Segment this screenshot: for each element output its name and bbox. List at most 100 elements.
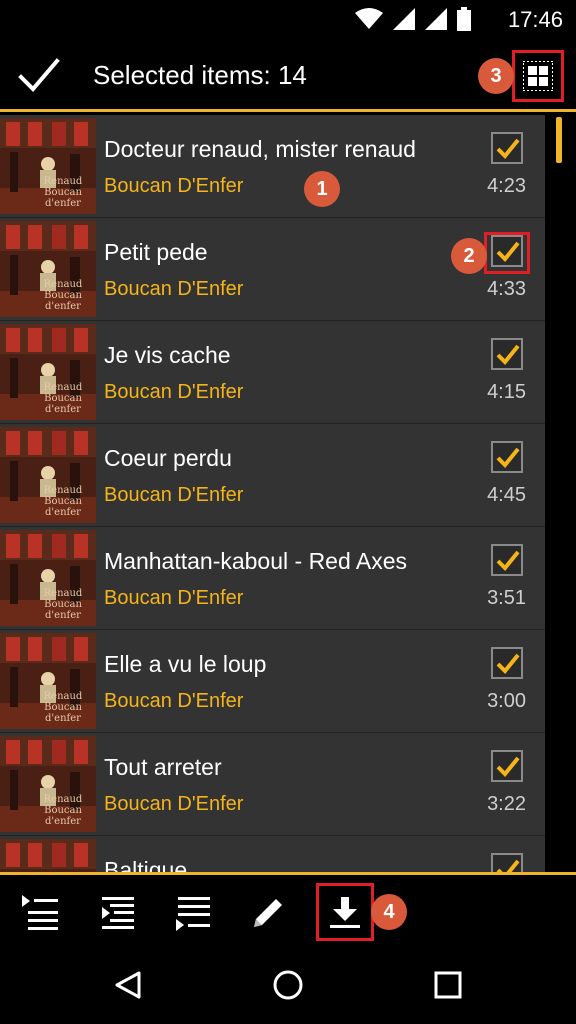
- annotation-badge-3: 3: [478, 58, 514, 94]
- album-art: RenaudBoucan d'enfer: [0, 839, 96, 872]
- track-checkbox[interactable]: [491, 853, 523, 872]
- edit-button[interactable]: [240, 887, 296, 939]
- recents-icon: [434, 971, 462, 999]
- album-art: RenaudBoucan d'enfer: [0, 427, 96, 523]
- album-art-artist: Renaud: [43, 794, 83, 805]
- check-icon: [496, 653, 520, 674]
- track-title: Petit pede: [104, 239, 208, 265]
- download-button[interactable]: [316, 883, 374, 941]
- track-checkbox[interactable]: [491, 235, 523, 267]
- track-artist: Boucan D'Enfer: [104, 690, 244, 712]
- recents-button[interactable]: [424, 963, 472, 1007]
- back-button[interactable]: [104, 963, 152, 1007]
- scrollbar-track[interactable]: [545, 115, 576, 872]
- add-to-queue-icon: [102, 897, 134, 929]
- track-checkbox[interactable]: [491, 338, 523, 370]
- play-next-icon: [22, 895, 58, 930]
- album-art-album: Boucan d'enfer: [44, 496, 82, 518]
- album-art-album: Boucan d'enfer: [44, 393, 82, 415]
- track-title: Baltique: [104, 857, 188, 872]
- bottom-toolbar: [0, 872, 576, 947]
- album-art-artist: Renaud: [43, 485, 83, 496]
- wifi-icon: [355, 8, 383, 29]
- album-art: RenaudBoucan d'enfer: [0, 736, 96, 832]
- album-art: RenaudBoucan d'enfer: [0, 633, 96, 729]
- selection-title: Selected items: 14: [93, 60, 307, 90]
- track-duration: 4:45: [487, 484, 526, 506]
- album-art-text: Renaud Boucan d'enfer: [30, 588, 96, 621]
- check-icon: [496, 447, 520, 468]
- track-row[interactable]: Renaud Boucan d'enfer Elle a vu le loup B…: [0, 630, 545, 733]
- album-art-text: Renaud Boucan d'enfer: [30, 485, 96, 518]
- track-duration: 4:15: [487, 381, 526, 403]
- play-next-button[interactable]: [12, 887, 68, 939]
- track-duration: 4:23: [487, 175, 526, 197]
- album-art-text: Renaud Boucan d'enfer: [30, 382, 96, 415]
- album-art-text: Renaud Boucan d'enfer: [30, 794, 96, 827]
- track-title: Coeur perdu: [104, 445, 232, 471]
- album-art-text: Renaud Boucan d'enfer: [30, 279, 96, 312]
- annotation-badge-1: 1: [304, 171, 340, 207]
- track-row[interactable]: Renaud Boucan d'enfer Tout arreter Boucan…: [0, 733, 545, 836]
- album-art-artist: Renaud: [43, 382, 83, 393]
- track-duration: 3:51: [487, 587, 526, 609]
- home-icon: [273, 970, 303, 1000]
- check-icon: [496, 756, 520, 777]
- track-checkbox[interactable]: [491, 750, 523, 782]
- grid-view-button[interactable]: [512, 50, 564, 102]
- album-art-artist: Renaud: [43, 588, 83, 599]
- annotation-badge-4: 4: [371, 894, 407, 930]
- track-title: Tout arreter: [104, 754, 222, 780]
- add-to-playlist-button[interactable]: [164, 887, 220, 939]
- grid-view-icon: [523, 61, 553, 91]
- back-icon: [115, 971, 141, 999]
- track-row[interactable]: Renaud Boucan d'enfer Coeur perdu Boucan …: [0, 424, 545, 527]
- album-art-album: Boucan d'enfer: [44, 805, 82, 827]
- check-icon: [496, 344, 520, 365]
- scrollbar-thumb[interactable]: [556, 117, 562, 163]
- track-checkbox[interactable]: [491, 132, 523, 164]
- track-artist: Boucan D'Enfer: [104, 381, 244, 403]
- album-art-artist: Renaud: [43, 279, 83, 290]
- album-art: RenaudBoucan d'enfer: [0, 530, 96, 626]
- track-duration: 4:33: [487, 278, 526, 300]
- album-art-artist: Renaud: [43, 176, 83, 187]
- track-title: Je vis cache: [104, 342, 231, 368]
- track-duration: 3:00: [487, 690, 526, 712]
- track-row[interactable]: Renaud Boucan d'enfer Docteur renaud, mis…: [0, 115, 545, 218]
- status-time: 17:46: [507, 7, 563, 32]
- album-art-text: Renaud Boucan d'enfer: [30, 691, 96, 724]
- status-icons: [355, 6, 471, 32]
- home-button[interactable]: [264, 963, 312, 1007]
- check-icon[interactable]: [18, 56, 60, 96]
- cell-signal-icon: [393, 8, 415, 30]
- album-art-album: Boucan d'enfer: [44, 290, 82, 312]
- track-title: Elle a vu le loup: [104, 651, 267, 677]
- add-to-queue-button[interactable]: [88, 887, 144, 939]
- track-title: Docteur renaud, mister renaud: [104, 136, 416, 162]
- check-icon: [496, 138, 520, 159]
- track-checkbox[interactable]: [491, 647, 523, 679]
- track-checkbox[interactable]: [491, 441, 523, 473]
- battery-icon: [457, 7, 471, 31]
- album-art-album: Boucan d'enfer: [44, 599, 82, 621]
- download-icon: [330, 897, 360, 928]
- track-artist: Boucan D'Enfer: [104, 175, 244, 197]
- edit-icon: [254, 899, 282, 927]
- track-row[interactable]: RenaudBoucan d'enfer Baltique Boucan D'E…: [0, 836, 545, 872]
- track-artist: Boucan D'Enfer: [104, 278, 244, 300]
- cell-signal-icon: [425, 8, 447, 30]
- album-art-album: Boucan d'enfer: [44, 187, 82, 209]
- track-list[interactable]: Renaud Boucan d'enfer Docteur renaud, mis…: [0, 115, 545, 872]
- track-row[interactable]: Renaud Boucan d'enfer Manhattan-kaboul - …: [0, 527, 545, 630]
- track-checkbox[interactable]: [491, 544, 523, 576]
- album-art-album: Boucan d'enfer: [44, 702, 82, 724]
- navigation-bar: [0, 947, 576, 1024]
- track-artist: Boucan D'Enfer: [104, 484, 244, 506]
- album-art: RenaudBoucan d'enfer: [0, 324, 96, 420]
- track-row[interactable]: Renaud Boucan d'enfer Je vis cache Boucan…: [0, 321, 545, 424]
- track-title: Manhattan-kaboul - Red Axes: [104, 548, 408, 574]
- check-icon: [496, 550, 520, 571]
- check-icon: [496, 241, 520, 262]
- album-art-artist: Renaud: [43, 691, 83, 702]
